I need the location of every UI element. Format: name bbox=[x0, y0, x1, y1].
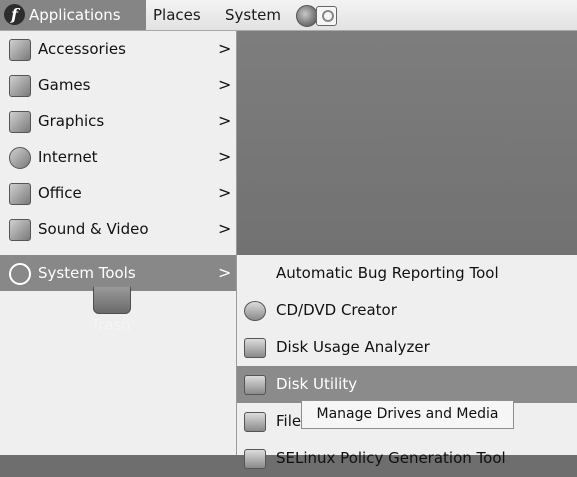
top-panel: f Applications Places System bbox=[0, 0, 577, 31]
file-icon bbox=[244, 412, 266, 432]
firefox-globe-icon[interactable] bbox=[296, 5, 318, 27]
fedora-logo-icon: f bbox=[4, 4, 25, 25]
submenu-item-label: Disk Utility bbox=[276, 375, 358, 393]
menu-item-sound-video[interactable]: Sound & Video > bbox=[0, 211, 236, 247]
menu-item-internet[interactable]: Internet > bbox=[0, 139, 236, 175]
submenu-item-disk-usage-analyzer[interactable]: Disk Usage Analyzer bbox=[237, 329, 577, 366]
menu-item-label: Games bbox=[38, 76, 91, 94]
submenu-arrow-icon: > bbox=[218, 111, 232, 130]
office-icon bbox=[9, 183, 31, 205]
submenu-item-label: File bbox=[276, 412, 302, 430]
menu-item-office[interactable]: Office > bbox=[0, 175, 236, 211]
graphics-icon bbox=[9, 111, 31, 133]
selinux-icon bbox=[244, 449, 266, 469]
tooltip: Manage Drives and Media bbox=[301, 400, 514, 429]
submenu-item-bug-reporting[interactable]: Automatic Bug Reporting Tool bbox=[237, 255, 577, 292]
submenu-item-cd-dvd-creator[interactable]: CD/DVD Creator bbox=[237, 292, 577, 329]
trash-icon[interactable] bbox=[93, 287, 131, 314]
submenu-item-disk-utility[interactable]: Disk Utility bbox=[237, 366, 577, 403]
menu-item-label: System Tools bbox=[38, 264, 136, 282]
places-menu-button[interactable]: Places bbox=[153, 0, 201, 30]
submenu-arrow-icon: > bbox=[218, 147, 232, 166]
applications-menu: Accessories > Games > Graphics > Interne… bbox=[0, 31, 237, 455]
menu-item-games[interactable]: Games > bbox=[0, 67, 236, 103]
submenu-item-label: Disk Usage Analyzer bbox=[276, 338, 430, 356]
submenu-item-label: Automatic Bug Reporting Tool bbox=[276, 264, 499, 282]
system-tools-icon bbox=[9, 263, 31, 285]
menu-item-accessories[interactable]: Accessories > bbox=[0, 31, 236, 67]
submenu-arrow-icon: > bbox=[218, 219, 232, 238]
menu-item-label: Accessories bbox=[38, 40, 126, 58]
disk-utility-icon bbox=[244, 375, 266, 395]
menu-item-graphics[interactable]: Graphics > bbox=[0, 103, 236, 139]
cd-dvd-icon bbox=[244, 301, 266, 321]
applications-label: Applications bbox=[29, 6, 121, 24]
menu-item-system-tools[interactable]: System Tools > bbox=[0, 255, 236, 291]
submenu-item-selinux-policy-generation[interactable]: SELinux Policy Generation Tool bbox=[237, 440, 577, 477]
system-menu-button[interactable]: System bbox=[225, 0, 281, 30]
submenu-arrow-icon: > bbox=[218, 75, 232, 94]
disk-usage-icon bbox=[244, 338, 266, 358]
submenu-arrow-icon: > bbox=[218, 39, 232, 58]
menu-item-label: Internet bbox=[38, 148, 98, 166]
accessories-icon bbox=[9, 39, 31, 61]
menu-item-label: Sound & Video bbox=[38, 220, 149, 238]
submenu-item-label: CD/DVD Creator bbox=[276, 301, 397, 319]
sound-video-icon bbox=[9, 219, 31, 241]
games-icon bbox=[9, 75, 31, 97]
mail-icon[interactable] bbox=[316, 6, 337, 26]
trash-label[interactable]: Trash bbox=[80, 316, 142, 334]
applications-menu-button[interactable]: f Applications bbox=[0, 0, 146, 30]
submenu-item-label: SELinux Policy Generation Tool bbox=[276, 449, 506, 467]
menu-item-label: Office bbox=[38, 184, 82, 202]
submenu-arrow-icon: > bbox=[218, 183, 232, 202]
internet-icon bbox=[9, 147, 31, 169]
menu-item-label: Graphics bbox=[38, 112, 105, 130]
submenu-arrow-icon: > bbox=[218, 263, 232, 282]
